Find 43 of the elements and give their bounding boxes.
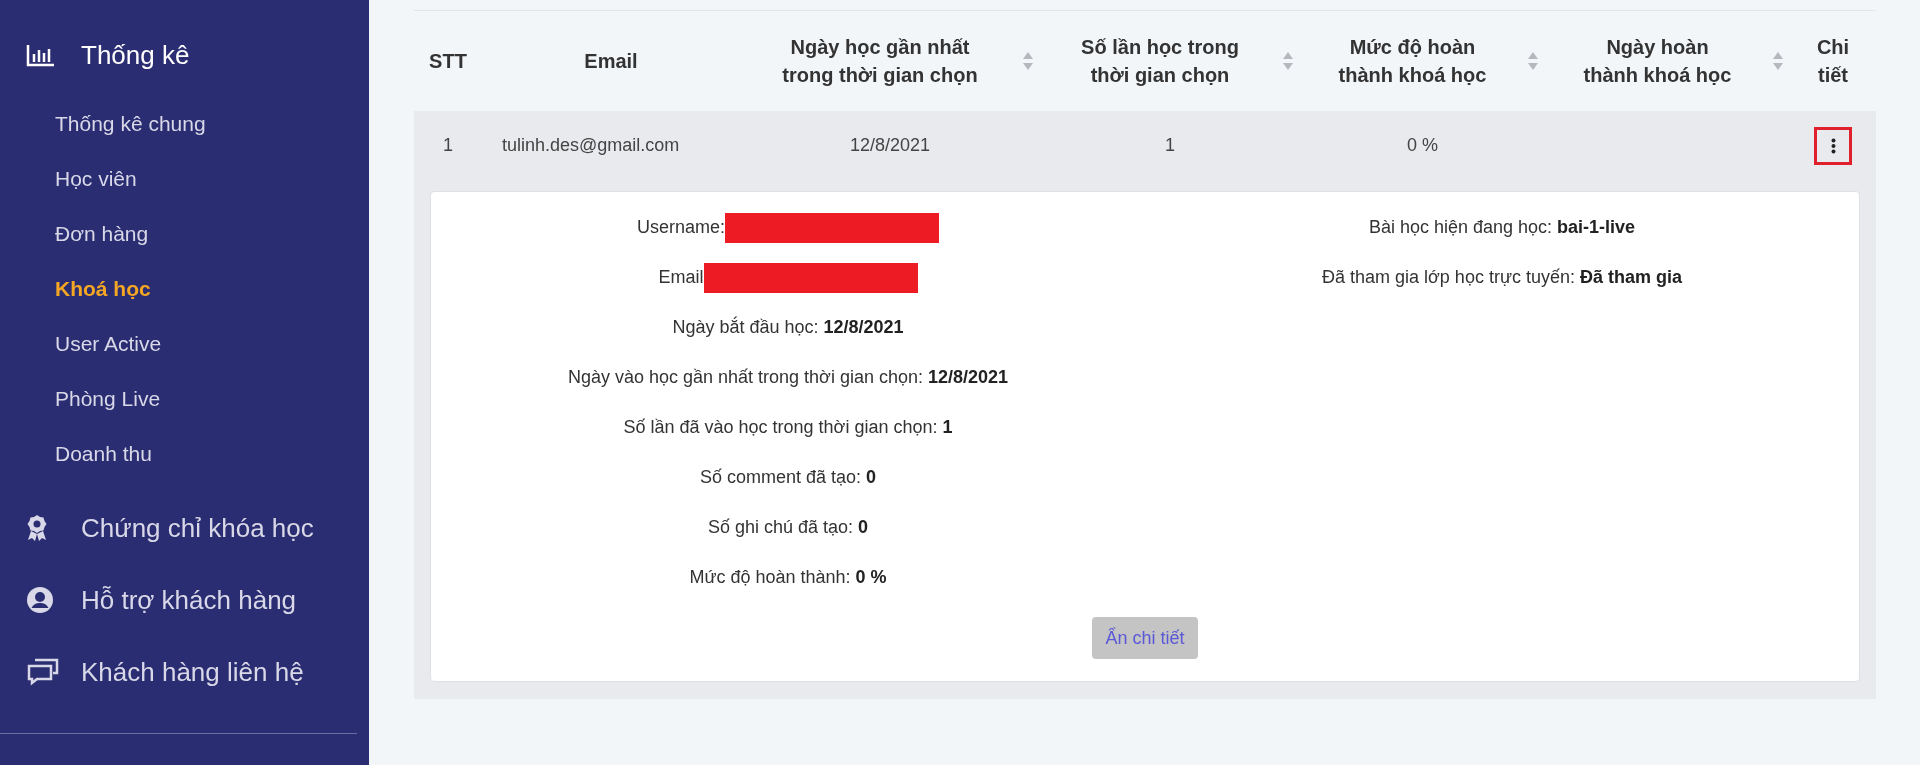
user-circle-icon (26, 586, 54, 614)
detail-text: Số comment đã tạo: 0 (699, 466, 877, 489)
detail-text: Bài học hiện đang học: bai-1-live (1368, 216, 1636, 239)
sort-icon[interactable] (1772, 51, 1784, 71)
column-header: Chi tiết (1815, 35, 1851, 88)
more-vertical-icon (1830, 137, 1836, 154)
sidebar-item[interactable]: Chứng chỉ khóa học (0, 503, 369, 553)
column-header: STT (428, 49, 468, 74)
detail-text: Ngày vào học gần nhất trong thời gian chọn: 12/8/2021 (567, 366, 1009, 389)
column-header: Email (583, 49, 639, 74)
sort-icon[interactable] (1282, 51, 1294, 71)
sort-icon[interactable] (1022, 51, 1034, 71)
award-icon (26, 514, 48, 542)
sidebar-subitem[interactable]: Khoá học (0, 261, 369, 316)
more-button[interactable] (1814, 126, 1852, 165)
detail-text: Số lần đã vào học trong thời gian chọn: 1 (623, 416, 953, 439)
table-cell-text: 1 (1164, 134, 1176, 157)
sidebar-subitem[interactable]: Thống kê chung (0, 96, 369, 151)
sidebar-item[interactable]: Khách hàng liên hệ (0, 647, 369, 697)
table-cell-text: 1 (442, 134, 454, 157)
column-header[interactable]: Số lần học trong thời gian chọn (1040, 33, 1300, 89)
sidebar-subitem[interactable]: User Active (0, 316, 369, 371)
sidebar-subitem[interactable]: Doanh thu (0, 426, 369, 481)
sidebar-subitem[interactable]: Đơn hàng (0, 206, 369, 261)
detail-text: Đã tham gia lớp học trực tuyến: Đã tham gia (1322, 266, 1682, 289)
sort-icon[interactable] (1527, 51, 1539, 71)
bar-chart-icon (26, 43, 56, 67)
chat-icon (26, 658, 60, 686)
table-cell-text: tulinh.des@gmail.com (501, 134, 681, 157)
detail-text: Ngày bắt đầu học: 12/8/2021 (672, 315, 904, 339)
sidebar-item[interactable]: Hỗ trợ khách hàng (0, 575, 369, 625)
detail-text: Số ghi chú đã tạo: 0 (707, 516, 869, 539)
detail-text: Username: (637, 216, 725, 239)
detail-text: Email (658, 266, 704, 289)
sidebar-subitem[interactable]: Phòng Live (0, 371, 369, 426)
sidebar-subitem[interactable]: Học viên (0, 151, 369, 206)
sidebar-item[interactable]: Thống kê (0, 30, 369, 80)
column-header[interactable]: Mức độ hoàn thành khoá học (1300, 33, 1545, 89)
column-header[interactable]: Ngày học gần nhất trong thời gian chọn (740, 33, 1040, 89)
table-cell-text: 0 % (1406, 134, 1439, 157)
table-cell-text: 12/8/2021 (848, 134, 932, 157)
column-header[interactable]: Ngày hoàn thành khoá học (1545, 33, 1790, 89)
detail-text: Mức độ hoàn thành: 0 % (689, 566, 887, 589)
